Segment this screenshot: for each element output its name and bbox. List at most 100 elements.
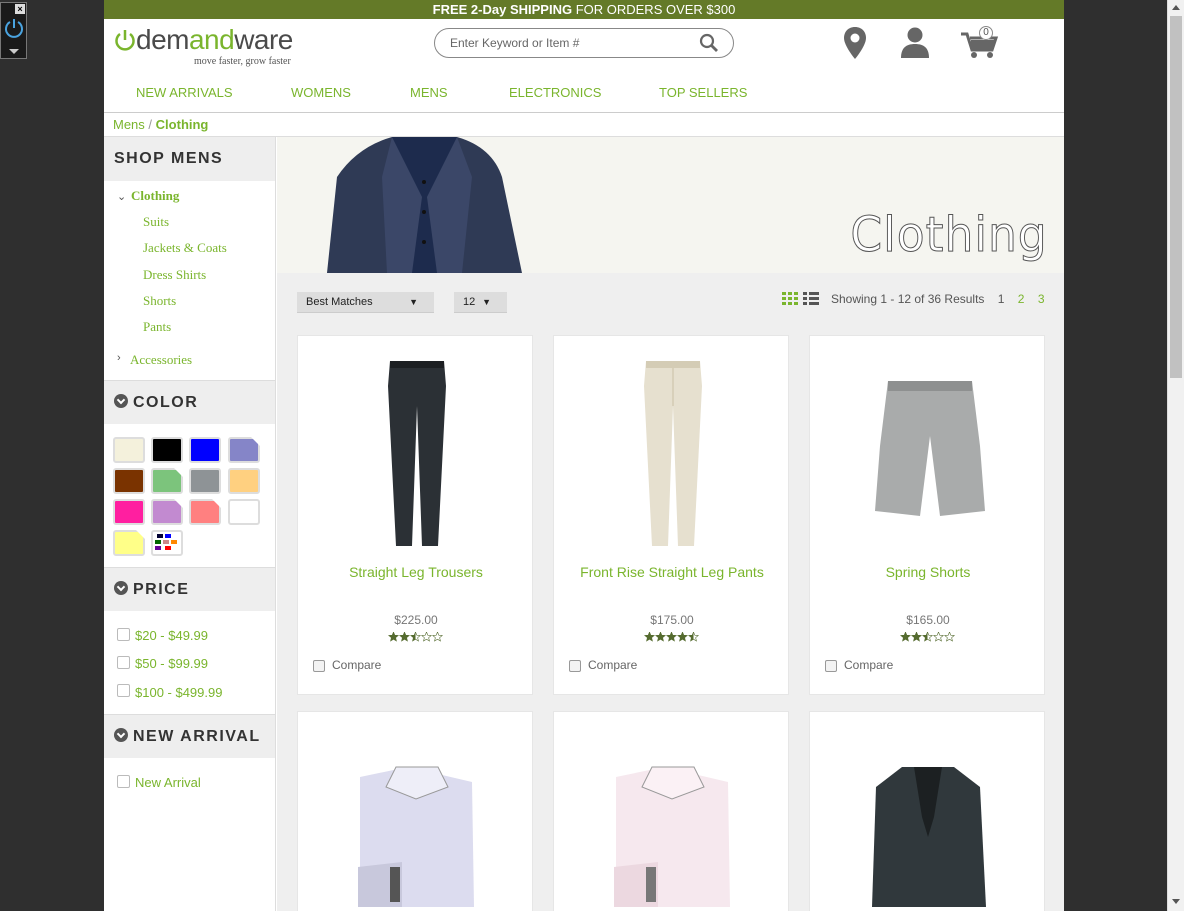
sidebar-item-jackets-coats[interactable]: Jackets & Coats [143, 240, 227, 256]
logo[interactable]: demandware move faster, grow faster [114, 24, 304, 69]
new-arrival-checkbox[interactable] [117, 775, 130, 788]
scroll-up-icon[interactable] [1172, 5, 1180, 10]
breadcrumb: Mens / Clothing [104, 113, 1064, 137]
sidebar-item-pants[interactable]: Pants [143, 319, 171, 335]
color-swatch-green[interactable] [151, 468, 183, 494]
color-swatch-cream[interactable] [113, 437, 145, 463]
sort-select[interactable]: Best Matches ▼ [297, 292, 434, 313]
compare-label[interactable]: Compare [588, 658, 637, 672]
product-image-blazer[interactable] [810, 742, 1046, 911]
nav-womens[interactable]: WOMENS [291, 85, 351, 100]
account-icon[interactable] [899, 26, 931, 60]
sidebar-item-suits[interactable]: Suits [143, 214, 169, 230]
sidebar-item-clothing[interactable]: Clothing [131, 188, 179, 204]
nav-new-arrivals[interactable]: NEW ARRIVALS [136, 85, 233, 100]
product-image-shirt-pink[interactable] [554, 742, 790, 911]
product-card[interactable] [553, 711, 789, 911]
color-swatch-white[interactable] [228, 499, 260, 525]
color-swatch-blue[interactable] [189, 437, 221, 463]
color-swatch-navy[interactable] [228, 437, 260, 463]
color-swatch-brown[interactable] [113, 468, 145, 494]
list-view-icon[interactable] [803, 292, 819, 306]
scroll-down-icon[interactable] [1172, 899, 1180, 904]
product-name[interactable]: Spring Shorts [810, 564, 1046, 580]
compare-label[interactable]: Compare [332, 658, 381, 672]
nav-electronics[interactable]: ELECTRONICS [509, 85, 601, 100]
compare-checkbox[interactable] [825, 660, 837, 672]
color-swatch-multi[interactable] [151, 530, 183, 556]
product-image-shorts[interactable] [810, 346, 1046, 546]
grid-view-icon[interactable] [782, 292, 798, 306]
color-swatch-purple[interactable] [151, 499, 183, 525]
power-widget[interactable]: × [0, 2, 27, 59]
sidebar-item-dress-shirts[interactable]: Dress Shirts [143, 267, 206, 283]
price-option-1[interactable]: $20 - $49.99 [135, 628, 208, 643]
rating-stars [900, 632, 956, 642]
product-card[interactable]: Straight Leg Trousers $225.00 Compare [297, 335, 533, 695]
page-2-link[interactable]: 2 [1018, 292, 1025, 306]
results-info: Showing 1 - 12 of 36 Results 1 2 3 [831, 292, 1045, 306]
star-filled-icon [399, 632, 410, 642]
dropdown-icon[interactable] [9, 49, 19, 54]
price-checkbox-2[interactable] [117, 656, 130, 669]
product-card[interactable]: Spring Shorts $165.00 Compare [809, 335, 1045, 695]
compare-checkbox[interactable] [313, 660, 325, 672]
store-locator-icon[interactable] [842, 26, 868, 60]
rating-stars [644, 632, 700, 642]
page-size-select[interactable]: 12 ▼ [454, 292, 507, 313]
price-checkbox-1[interactable] [117, 628, 130, 641]
product-name[interactable]: Front Rise Straight Leg Pants [554, 564, 790, 580]
search-input[interactable] [450, 34, 690, 52]
power-icon[interactable] [3, 17, 25, 39]
product-card[interactable]: Front Rise Straight Leg Pants $175.00 Co… [553, 335, 789, 695]
scroll-thumb[interactable] [1170, 16, 1182, 378]
compare-checkbox[interactable] [569, 660, 581, 672]
sidebar-item-shorts[interactable]: Shorts [143, 293, 176, 309]
price-heading[interactable]: PRICE [104, 567, 275, 611]
product-card[interactable] [297, 711, 533, 911]
breadcrumb-clothing[interactable]: Clothing [156, 117, 209, 132]
page-3-link[interactable]: 3 [1038, 292, 1045, 306]
color-swatch-grey[interactable] [189, 468, 221, 494]
price-option-2[interactable]: $50 - $99.99 [135, 656, 208, 671]
nav-mens[interactable]: MENS [410, 85, 448, 100]
product-card[interactable] [809, 711, 1045, 911]
star-filled-icon [666, 632, 677, 642]
price-option-3[interactable]: $100 - $499.99 [135, 685, 222, 700]
color-swatch-orange[interactable] [228, 468, 260, 494]
page: FREE 2-Day SHIPPING FOR ORDERS OVER $300… [104, 0, 1064, 911]
logo-wordmark: demandware [136, 24, 293, 55]
star-icon [431, 632, 444, 642]
promo-text: FOR ORDERS OVER $300 [572, 2, 736, 17]
results-count: Showing 1 - 12 of 36 Results [831, 292, 985, 306]
new-arrival-option[interactable]: New Arrival [135, 775, 201, 790]
star-filled-icon [900, 632, 911, 642]
promo-highlight: FREE 2-Day SHIPPING [432, 2, 573, 17]
banner-title: Clothing [850, 207, 1048, 264]
color-heading[interactable]: COLOR [104, 380, 275, 424]
product-name[interactable]: Straight Leg Trousers [298, 564, 534, 580]
color-swatch-pink[interactable] [113, 499, 145, 525]
page-1: 1 [997, 292, 1005, 306]
close-icon[interactable]: × [15, 4, 25, 14]
dropdown-arrow-icon: ▼ [409, 297, 418, 307]
chevron-down-icon[interactable]: ⌄ [117, 190, 126, 203]
cart[interactable]: 0 [961, 26, 1001, 60]
scrollbar[interactable] [1167, 0, 1184, 911]
color-swatch-black[interactable] [151, 437, 183, 463]
color-swatch-yellow[interactable] [113, 530, 145, 556]
compare-label[interactable]: Compare [844, 658, 893, 672]
new-arrival-heading[interactable]: NEW ARRIVAL [104, 714, 275, 758]
color-swatch-red[interactable] [189, 499, 221, 525]
chevron-circle-icon [114, 728, 128, 742]
breadcrumb-mens[interactable]: Mens [113, 117, 145, 132]
chevron-right-icon[interactable]: › [117, 352, 121, 364]
product-image-trousers[interactable] [298, 346, 534, 546]
price-checkbox-3[interactable] [117, 684, 130, 697]
nav-top-sellers[interactable]: TOP SELLERS [659, 85, 747, 100]
product-image-pants[interactable] [554, 346, 790, 546]
product-image-shirt-lavender[interactable] [298, 742, 534, 911]
search-box [434, 28, 734, 58]
sidebar-item-accessories[interactable]: Accessories [130, 352, 192, 368]
search-icon[interactable] [699, 33, 719, 53]
